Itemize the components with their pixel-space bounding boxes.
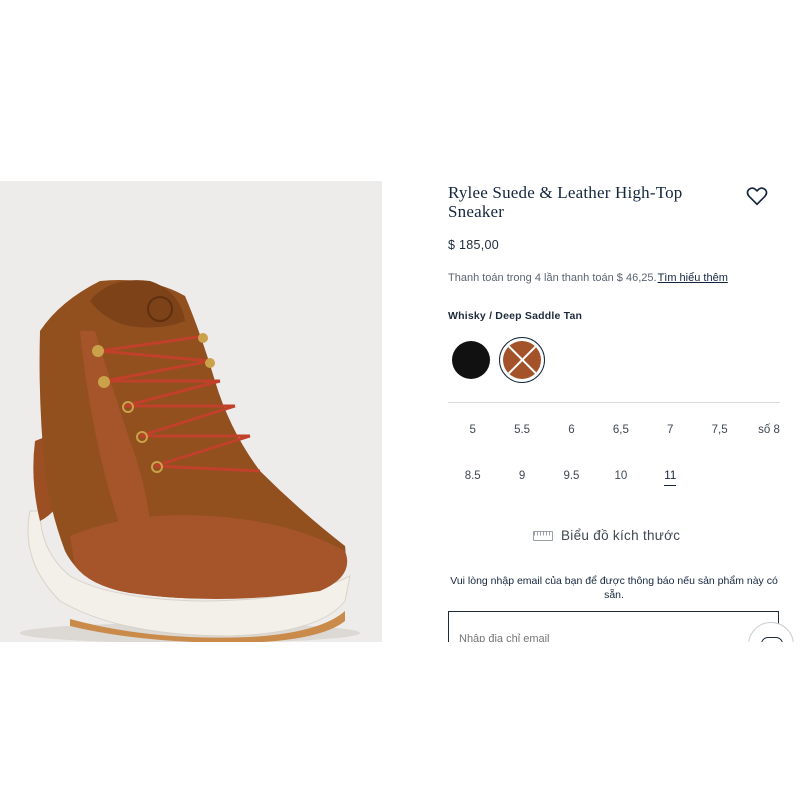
ruler-icon — [533, 530, 553, 541]
size-option[interactable]: số 8 — [744, 421, 793, 439]
size-option[interactable]: 8.5 — [448, 467, 497, 485]
divider — [448, 402, 780, 403]
size-selector: 5 5.5 6 6,5 7 7,5 số 8 8.5 9 9.5 10 11 — [448, 421, 794, 486]
size-option[interactable]: 9 — [497, 467, 546, 485]
selected-color-name: Whisky / Deep Saddle Tan — [448, 310, 583, 322]
size-chart-link[interactable]: Biểu đồ kích thước — [533, 528, 680, 543]
unavailable-cross-icon — [503, 341, 541, 379]
product-title: Rylee Suede & Leather High-Top Sneaker — [448, 183, 683, 221]
size-option-selected[interactable]: 11 — [646, 467, 695, 486]
installment-info: Thanh toán trong 4 lần thanh toán $ 46,2… — [448, 272, 728, 284]
product-price: $ 185,00 — [448, 238, 500, 252]
page-bottom-blank — [0, 642, 800, 800]
color-swatches — [452, 337, 545, 383]
size-option[interactable]: 7,5 — [695, 421, 744, 439]
heart-icon[interactable] — [746, 185, 768, 207]
swatch-black[interactable] — [452, 341, 490, 379]
size-option[interactable]: 5.5 — [497, 421, 546, 439]
installment-text: Thanh toán trong 4 lần thanh toán $ 46,2… — [448, 272, 657, 284]
size-option[interactable]: 9.5 — [547, 467, 596, 485]
notify-message: Vui lòng nhập email của bạn để được thôn… — [450, 575, 778, 601]
product-info-panel: Rylee Suede & Leather High-Top Sneaker $… — [448, 183, 780, 651]
product-image — [0, 181, 382, 642]
size-option[interactable]: 6,5 — [596, 421, 645, 439]
size-option[interactable]: 6 — [547, 421, 596, 439]
size-chart-label: Biểu đồ kích thước — [561, 528, 681, 543]
swatch-whisky-selected[interactable] — [499, 337, 545, 383]
learn-more-link[interactable]: Tìm hiểu thêm — [658, 272, 728, 284]
size-option[interactable]: 5 — [448, 421, 497, 439]
size-option[interactable]: 7 — [646, 421, 695, 439]
size-option[interactable]: 10 — [596, 467, 645, 485]
